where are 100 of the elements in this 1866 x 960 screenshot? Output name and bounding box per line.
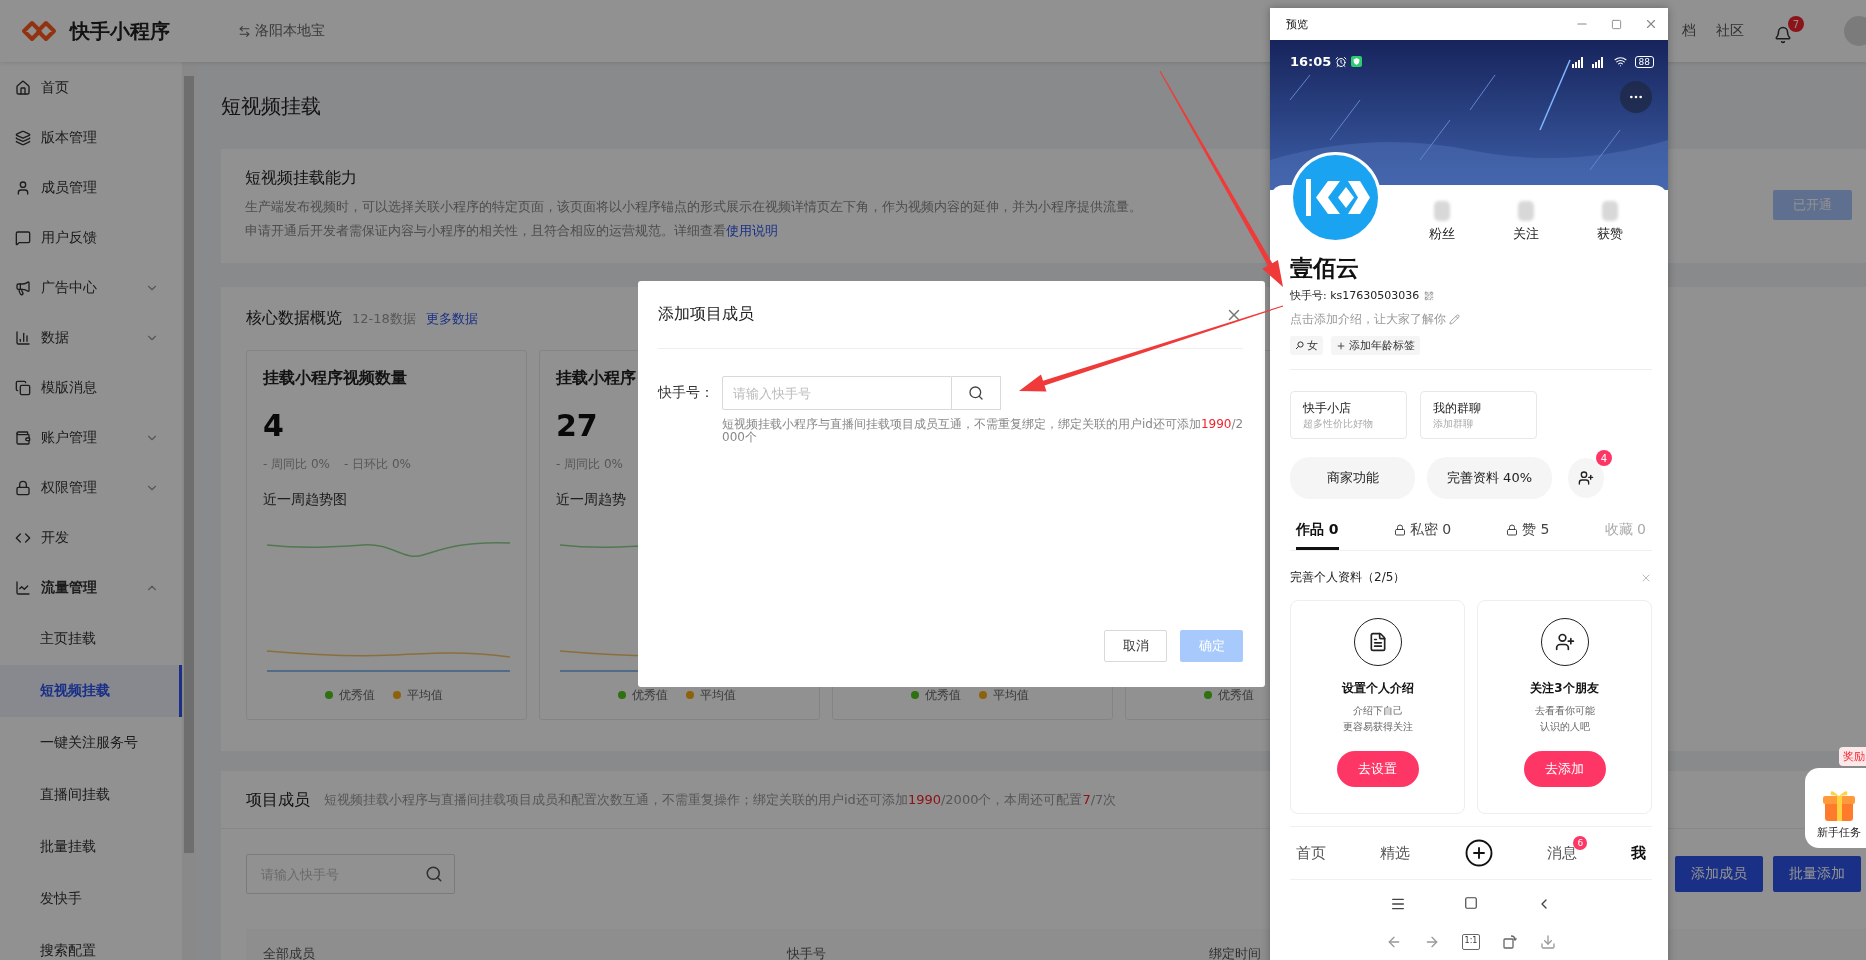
blurred-count xyxy=(1602,201,1618,221)
stat-label: 粉丝 xyxy=(1429,225,1455,243)
pencil-icon xyxy=(1449,314,1460,325)
alarm-icon xyxy=(1335,55,1348,68)
nav-tab[interactable]: 首页 xyxy=(1296,843,1326,863)
status-time: 16:05 xyxy=(1290,54,1332,69)
sidebar-item[interactable]: 数据 xyxy=(0,313,182,363)
task-title: 设置个人介绍 xyxy=(1341,680,1414,697)
sidebar-item[interactable]: 权限管理 xyxy=(0,463,182,513)
swap-icon[interactable] xyxy=(238,24,251,38)
search-icon[interactable] xyxy=(425,865,443,883)
sidebar-item[interactable]: 用户反馈 xyxy=(0,213,182,263)
blurred-count xyxy=(1434,201,1450,221)
profile-tag[interactable]: 女 xyxy=(1290,336,1323,355)
task-title: 关注3个朋友 xyxy=(1530,680,1599,697)
actual-size-button[interactable]: 1:1 xyxy=(1461,934,1481,950)
create-button[interactable] xyxy=(1463,838,1494,868)
column-header: 快手号 xyxy=(787,945,827,960)
sidebar-item[interactable]: 模版消息 xyxy=(0,363,182,413)
sidebar-subitem[interactable]: 短视频挂载 xyxy=(0,665,182,717)
shortcut-card[interactable]: 快手小店 超多性价比好物 xyxy=(1290,391,1407,439)
description: 生产端发布视频时，可以选择关联小程序的特定页面，该页面将以小程序锚点的形式展示在视频详情页左下角，作为视频内容的延伸，并为小程序提供流量。 xyxy=(245,198,1142,216)
nav-tab[interactable]: 我 xyxy=(1631,843,1646,863)
sidebar-item[interactable]: 成员管理 xyxy=(0,163,182,213)
sidebar-item[interactable]: 开发 xyxy=(0,513,182,563)
legend-item: 平均值 xyxy=(979,686,1029,704)
app-name[interactable]: 洛阳本地宝 xyxy=(255,22,325,40)
home-icon xyxy=(15,80,31,96)
line-chart-icon xyxy=(15,580,31,596)
description: 申请开通后开发者需保证内容与小程序的相关性，且符合相应的运营规范。详细查看使用说明 xyxy=(245,222,778,240)
input-field[interactable]: 请输入快手号 xyxy=(722,376,952,410)
stat-label: 关注 xyxy=(1513,225,1539,243)
action-button[interactable]: 完善资料 40% xyxy=(1427,457,1552,499)
sidebar-item[interactable]: 首页 xyxy=(0,63,182,113)
wifi-icon xyxy=(1613,55,1627,68)
add-button[interactable]: 添加成员 xyxy=(1675,856,1763,892)
trend-title: 近一周趋势图 xyxy=(263,490,347,509)
close-icon[interactable] xyxy=(1644,17,1658,31)
copy-icon xyxy=(15,380,31,396)
sidebar-subitem[interactable]: 主页挂载 xyxy=(0,613,182,665)
sidebar-item[interactable]: 版本管理 xyxy=(0,113,182,163)
sidebar-subitem[interactable]: 直播间挂载 xyxy=(0,769,182,821)
usage-link[interactable]: 使用说明 xyxy=(726,223,778,238)
task-description: 介绍下自己 更容易获得关注 xyxy=(1342,704,1413,734)
count-badge: 6 xyxy=(1573,835,1588,850)
rotate-icon[interactable] xyxy=(1502,934,1519,950)
task-button[interactable]: 去设置 xyxy=(1336,751,1419,787)
intro-field[interactable]: 点击添加介绍，让大家了解你 xyxy=(1290,311,1460,328)
more-data-link[interactable]: 更多数据 xyxy=(425,310,478,328)
profile-tab[interactable]: 赞 5 xyxy=(1506,521,1550,550)
shortcut-card[interactable]: 我的群聊 添加群聊 xyxy=(1420,391,1537,439)
profile-tab[interactable]: 私密 0 xyxy=(1393,521,1452,550)
dialog-title: 添加项目成员 xyxy=(658,304,754,325)
menu-icon[interactable] xyxy=(1390,896,1406,912)
cancel-button[interactable]: 取消 xyxy=(1104,630,1167,662)
user-plus-icon xyxy=(1540,618,1589,666)
card-title: 核心数据概览 xyxy=(246,307,342,329)
header-link[interactable]: 档 xyxy=(1682,22,1696,40)
sidebar-subitem[interactable]: 批量挂载 xyxy=(0,821,182,873)
add-button[interactable]: 批量添加 xyxy=(1773,856,1861,892)
shield-icon xyxy=(1351,56,1363,67)
hint-text: 短视频挂载小程序与直播间挂载项目成员互通，不需重复绑定，绑定关联的用户id还可添加1990/2000个 xyxy=(722,418,1245,444)
action-button[interactable]: 商家功能 xyxy=(1290,457,1415,499)
blurred-count xyxy=(1518,201,1534,221)
sidebar-subitem[interactable]: 发快手 xyxy=(0,873,182,925)
sidebar-item[interactable]: 流量管理 xyxy=(0,563,182,613)
sidebar-subitem[interactable]: 搜索配置 xyxy=(0,925,182,960)
legend-item: 优秀值 xyxy=(911,686,961,704)
sidebar-item[interactable]: 广告中心 xyxy=(0,263,182,313)
sidebar-subitem[interactable]: 一键关注服务号 xyxy=(0,717,182,769)
shortcut-subtitle: 超多性价比好物 xyxy=(1303,416,1374,431)
download-icon[interactable] xyxy=(1540,934,1557,950)
qr-code-icon xyxy=(1424,290,1435,301)
plus-icon xyxy=(1336,340,1346,351)
count-badge: 4 xyxy=(1596,450,1612,466)
account-id: 快手号: ks17630503036 xyxy=(1290,288,1420,303)
task-button[interactable]: 去添加 xyxy=(1523,751,1606,787)
search-button[interactable] xyxy=(952,376,1001,410)
profile-tag[interactable]: 添加年龄标签 xyxy=(1331,336,1420,355)
user-plus-icon xyxy=(1578,470,1594,486)
sidebar-item[interactable]: 账户管理 xyxy=(0,413,182,463)
stat-label: 获赞 xyxy=(1597,225,1623,243)
gender-icon xyxy=(1295,341,1304,350)
home-key-icon[interactable] xyxy=(1464,896,1478,910)
battery-level: 88 xyxy=(1634,55,1654,68)
notification-button[interactable] xyxy=(1774,26,1792,44)
nav-tab[interactable]: 精选 xyxy=(1379,843,1410,863)
search-icon xyxy=(968,385,984,401)
reward-tag: 奖励 xyxy=(1839,747,1866,766)
field-label: 快手号： xyxy=(658,384,715,402)
task-description: 去看看你可能 认识的人吧 xyxy=(1534,704,1595,734)
shortcut-title: 我的群聊 xyxy=(1433,399,1482,417)
maximize-icon[interactable] xyxy=(1611,18,1622,30)
legend-item: 平均值 xyxy=(686,686,736,704)
stat-title: 挂载小程序 xyxy=(556,367,636,389)
profile-tab[interactable]: 作品 0 xyxy=(1296,521,1339,550)
user-icon xyxy=(15,180,31,196)
header-link[interactable]: 社区 xyxy=(1716,22,1744,40)
app-logo-text: 快手小程序 xyxy=(70,17,170,45)
column-header: 全部成员 xyxy=(263,945,316,960)
